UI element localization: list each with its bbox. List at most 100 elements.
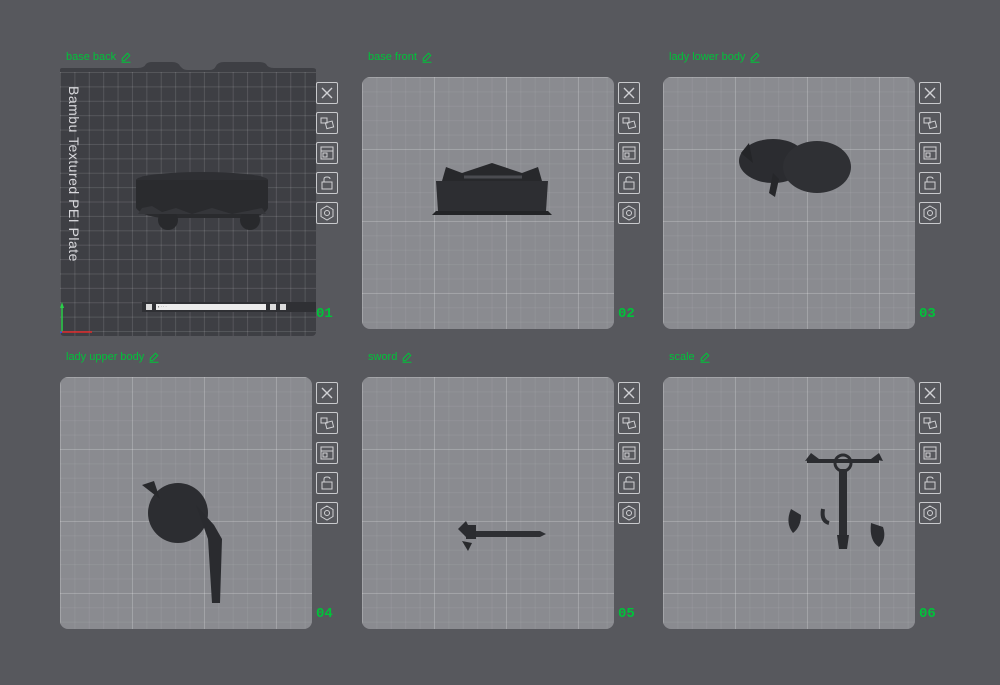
plate-name[interactable]: base back <box>66 50 132 64</box>
model-lady-lower-body[interactable] <box>733 133 853 213</box>
orient-button[interactable] <box>618 142 640 164</box>
close-icon <box>924 87 936 99</box>
plate-name[interactable]: sword <box>368 350 413 364</box>
model-lady-upper-body[interactable] <box>138 479 238 609</box>
close-icon <box>321 87 333 99</box>
build-plate[interactable]: Bambu Textured PEI Plate ▪ · · · <box>60 72 316 336</box>
auto-arrange-button[interactable] <box>618 412 640 434</box>
build-plate[interactable] <box>362 77 614 329</box>
lock-button[interactable] <box>618 472 640 494</box>
plate-toolbar <box>316 382 338 524</box>
status-text: ▪ · · · <box>156 304 266 310</box>
close-button[interactable] <box>316 82 338 104</box>
plate-name[interactable]: lady lower body <box>669 50 761 64</box>
pencil-icon[interactable] <box>120 51 132 63</box>
plate-toolbar <box>618 382 640 524</box>
settings-button[interactable] <box>316 502 338 524</box>
close-button[interactable] <box>919 382 941 404</box>
orient-icon <box>923 146 937 160</box>
status-dot <box>270 304 276 310</box>
plate-card-03: lady lower body 03 <box>663 50 963 330</box>
auto-arrange-button[interactable] <box>316 112 338 134</box>
settings-icon <box>923 205 937 221</box>
pencil-icon[interactable] <box>148 351 160 363</box>
settings-icon <box>320 205 334 221</box>
orient-icon <box>923 446 937 460</box>
settings-button[interactable] <box>919 202 941 224</box>
pencil-icon[interactable] <box>401 351 413 363</box>
plate-name[interactable]: base front <box>368 50 433 64</box>
settings-button[interactable] <box>919 502 941 524</box>
build-plate[interactable] <box>663 77 915 329</box>
lock-button[interactable] <box>919 172 941 194</box>
orient-button[interactable] <box>618 442 640 464</box>
auto-arrange-button[interactable] <box>618 112 640 134</box>
model-sword[interactable] <box>452 517 548 557</box>
close-icon <box>924 387 936 399</box>
settings-icon <box>923 505 937 521</box>
model-scale[interactable] <box>783 449 903 559</box>
auto-arrange-icon <box>923 417 938 430</box>
status-dot <box>146 304 152 310</box>
plate-card-05: sword 05 <box>362 350 662 630</box>
close-button[interactable] <box>618 382 640 404</box>
plate-card-01: base back Bambu Textured PEI Plate ▪ · ·… <box>60 50 360 336</box>
settings-button[interactable] <box>316 202 338 224</box>
plate-toolbar <box>919 82 941 224</box>
plate-card-06: scale 06 <box>663 350 963 630</box>
lock-button[interactable] <box>919 472 941 494</box>
close-button[interactable] <box>618 82 640 104</box>
plate-toolbar <box>316 82 338 224</box>
lock-button[interactable] <box>316 472 338 494</box>
plate-number: 06 <box>919 606 936 622</box>
lock-button[interactable] <box>316 172 338 194</box>
build-plate[interactable] <box>663 377 915 629</box>
settings-button[interactable] <box>618 202 640 224</box>
auto-arrange-icon <box>320 117 335 130</box>
lock-icon <box>623 176 635 190</box>
auto-arrange-button[interactable] <box>919 412 941 434</box>
status-dot <box>280 304 286 310</box>
pencil-icon[interactable] <box>699 351 711 363</box>
plate-toolbar <box>618 82 640 224</box>
settings-button[interactable] <box>618 502 640 524</box>
build-plate[interactable] <box>362 377 614 629</box>
plate-number: 02 <box>618 306 635 322</box>
close-button[interactable] <box>316 382 338 404</box>
plate-name[interactable]: lady upper body <box>66 350 160 364</box>
orient-button[interactable] <box>316 442 338 464</box>
close-icon <box>321 387 333 399</box>
orient-button[interactable] <box>316 142 338 164</box>
orient-icon <box>320 146 334 160</box>
model-base-front[interactable] <box>432 161 552 221</box>
close-button[interactable] <box>919 82 941 104</box>
pencil-icon[interactable] <box>421 51 433 63</box>
lock-icon <box>321 176 333 190</box>
auto-arrange-button[interactable] <box>919 112 941 134</box>
auto-arrange-icon <box>622 417 637 430</box>
plate-number: 04 <box>316 606 333 622</box>
build-plate[interactable] <box>60 377 312 629</box>
close-icon <box>623 387 635 399</box>
orient-icon <box>622 446 636 460</box>
plate-name[interactable]: scale <box>669 350 711 364</box>
auto-arrange-icon <box>923 117 938 130</box>
plate-number: 01 <box>316 306 333 322</box>
orient-icon <box>622 146 636 160</box>
pencil-icon[interactable] <box>749 51 761 63</box>
lock-button[interactable] <box>618 172 640 194</box>
auto-arrange-button[interactable] <box>316 412 338 434</box>
lock-icon <box>623 476 635 490</box>
orient-button[interactable] <box>919 442 941 464</box>
model-base-back[interactable] <box>132 168 272 238</box>
plate-card-04: lady upper body 04 <box>60 350 360 630</box>
plate-type-label: Bambu Textured PEI Plate <box>66 86 82 262</box>
plate-toolbar <box>919 382 941 524</box>
settings-icon <box>622 505 636 521</box>
plate-status-strip: ▪ · · · <box>142 302 316 312</box>
lock-icon <box>924 176 936 190</box>
axis-gizmo <box>60 302 92 334</box>
settings-icon <box>320 505 334 521</box>
orient-button[interactable] <box>919 142 941 164</box>
orient-icon <box>320 446 334 460</box>
